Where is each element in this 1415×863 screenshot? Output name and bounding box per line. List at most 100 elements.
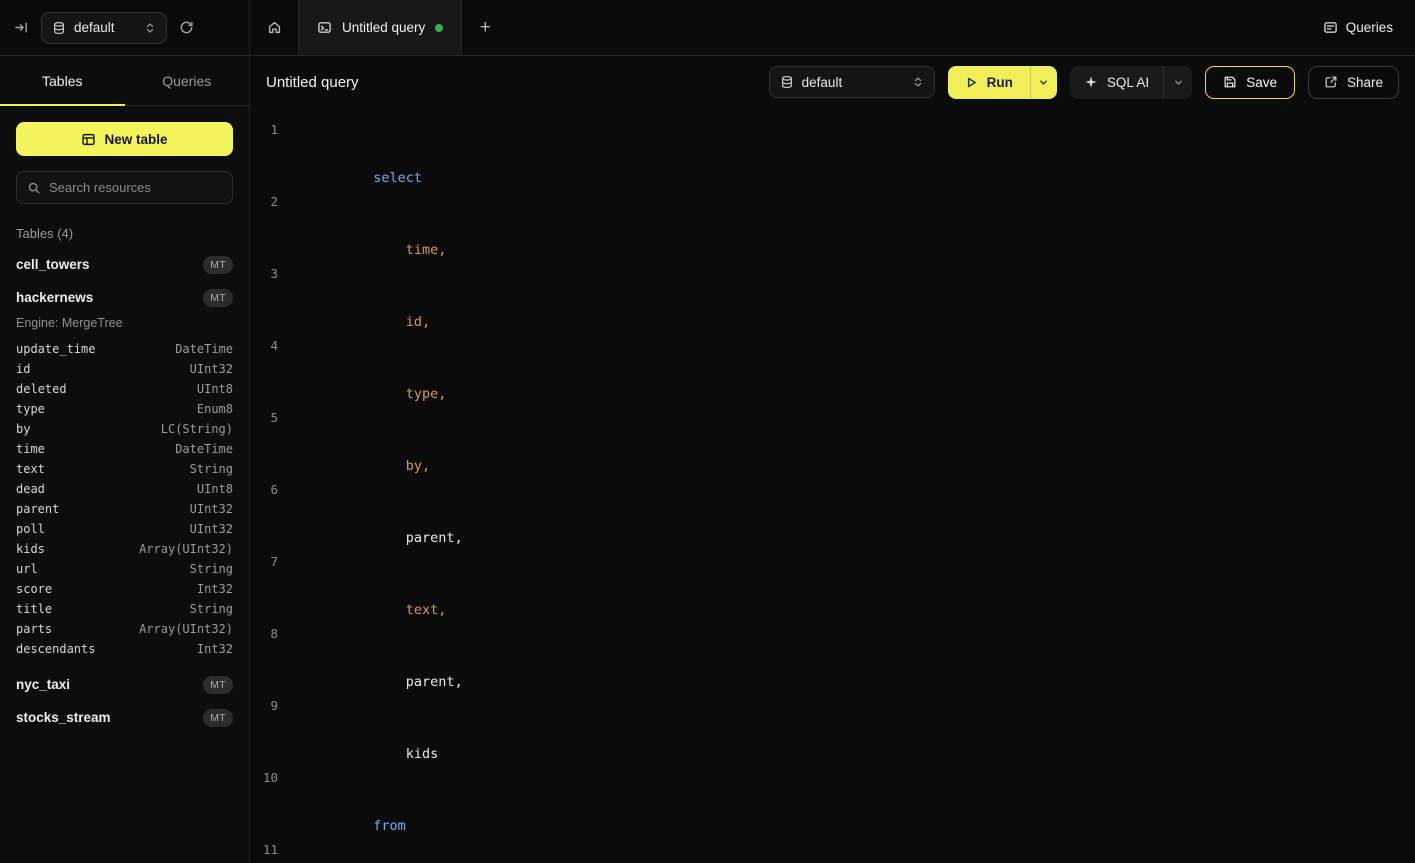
code-token: parent, (406, 674, 463, 690)
engine-info: Engine: MergeTree (0, 314, 249, 339)
sidebar-table-stocks-stream[interactable]: stocks_stream MT (0, 701, 249, 734)
code-token: text, (406, 602, 447, 618)
column-type: UInt8 (197, 482, 233, 496)
code-token: type, (406, 386, 447, 402)
tables-section-label: Tables (4) (16, 226, 233, 241)
column-row[interactable]: by LC(String) (16, 419, 233, 439)
collapse-sidebar-button[interactable] (14, 20, 29, 35)
column-name: deleted (16, 382, 67, 396)
column-name: dead (16, 482, 45, 496)
line-number: 8 (250, 622, 292, 694)
save-icon (1223, 75, 1237, 89)
refresh-button[interactable] (179, 20, 194, 35)
sidebar-table-nyc-taxi[interactable]: nyc_taxi MT (0, 668, 249, 701)
sidebar-table-hackernews[interactable]: hackernews MT (0, 281, 249, 314)
column-row[interactable]: text String (16, 459, 233, 479)
code-line: 7 text, (250, 550, 1415, 622)
column-name: kids (16, 542, 45, 556)
sidebar-table-cell-towers[interactable]: cell_towers MT (0, 248, 249, 281)
run-options-button[interactable] (1030, 66, 1057, 99)
column-row[interactable]: time DateTime (16, 439, 233, 459)
column-row[interactable]: url String (16, 559, 233, 579)
column-name: update_time (16, 342, 95, 356)
column-type: Array(UInt32) (139, 542, 233, 556)
column-row[interactable]: id UInt32 (16, 359, 233, 379)
share-button[interactable]: Share (1308, 66, 1399, 99)
column-row[interactable]: score Int32 (16, 579, 233, 599)
save-button[interactable]: Save (1205, 66, 1295, 99)
code-line: 9 kids (250, 694, 1415, 766)
column-row[interactable]: type Enum8 (16, 399, 233, 419)
column-row[interactable]: dead UInt8 (16, 479, 233, 499)
sidebar-tab-queries[interactable]: Queries (125, 56, 250, 105)
code-line: 3 id, (250, 262, 1415, 334)
code-line: 8 parent, (250, 622, 1415, 694)
column-row[interactable]: update_time DateTime (16, 339, 233, 359)
unfold-icon (912, 76, 924, 88)
code-text: type, (292, 334, 446, 406)
topbar-tabs: Untitled query + (250, 0, 508, 55)
code-text: from (292, 766, 406, 838)
code-text: id, (292, 262, 430, 334)
refresh-icon (179, 20, 194, 35)
sidebar-search[interactable] (16, 171, 233, 204)
column-name: type (16, 402, 45, 416)
share-icon (1324, 75, 1338, 89)
column-name: poll (16, 522, 45, 536)
shell: Tables Queries New table Tables (4) cell… (0, 56, 1415, 863)
column-row[interactable]: parts Array(UInt32) (16, 619, 233, 639)
unfold-icon (144, 22, 156, 34)
tab-untitled-query[interactable]: Untitled query (298, 0, 462, 55)
column-name: parts (16, 622, 52, 636)
top-bar: default Untitled query + (0, 0, 1415, 56)
line-number: 5 (250, 406, 292, 478)
code-line: 5 by, (250, 406, 1415, 478)
column-row[interactable]: poll UInt32 (16, 519, 233, 539)
search-resources-input[interactable] (49, 180, 222, 195)
column-row[interactable]: title String (16, 599, 233, 619)
column-type: DateTime (175, 442, 233, 456)
code-token: select (373, 170, 422, 186)
query-database-selector[interactable]: default (769, 66, 935, 98)
column-row[interactable]: descendants Int32 (16, 639, 233, 659)
query-tab-label: Untitled query (342, 20, 425, 35)
main-panel: Untitled query default Run (250, 56, 1415, 863)
chevron-down-icon (1038, 77, 1049, 88)
home-tab[interactable] (250, 0, 298, 55)
sidebar-tab-tables[interactable]: Tables (0, 56, 125, 105)
run-button[interactable]: Run (948, 66, 1030, 99)
line-number: 4 (250, 334, 292, 406)
column-row[interactable]: deleted UInt8 (16, 379, 233, 399)
column-type: UInt32 (190, 502, 233, 516)
column-type: Int32 (197, 582, 233, 596)
code-token (373, 458, 406, 474)
column-row[interactable]: parent UInt32 (16, 499, 233, 519)
unsaved-indicator-dot (435, 24, 443, 32)
code-token: time, (406, 242, 447, 258)
share-label: Share (1347, 75, 1383, 90)
collapse-sidebar-icon (14, 20, 29, 35)
code-line: 6 parent, (250, 478, 1415, 550)
sql-ai-button-group: SQL AI (1070, 66, 1192, 99)
column-type: UInt8 (197, 382, 233, 396)
new-tab-button[interactable]: + (462, 0, 508, 55)
sql-ai-options-button[interactable] (1163, 66, 1192, 99)
engine-badge: MT (203, 289, 233, 307)
column-name: id (16, 362, 30, 376)
column-row[interactable]: kids Array(UInt32) (16, 539, 233, 559)
code-text: select (292, 118, 422, 190)
sql-ai-label: SQL AI (1107, 75, 1149, 90)
search-icon (27, 181, 41, 195)
code-line: 11 hackernews (250, 838, 1415, 863)
sql-ai-button[interactable]: SQL AI (1070, 66, 1163, 99)
sql-editor[interactable]: 1 select 2 time, 3 i (250, 108, 1415, 863)
engine-badge: MT (203, 256, 233, 274)
database-selector-value: default (74, 20, 115, 35)
database-selector-value: default (802, 75, 843, 90)
new-table-button[interactable]: New table (16, 122, 233, 156)
code-token (373, 530, 406, 546)
sidebar-tabs: Tables Queries (0, 56, 249, 106)
topbar-database-selector[interactable]: default (41, 12, 167, 44)
run-button-group: Run (948, 66, 1057, 99)
queries-button[interactable]: Queries (1323, 20, 1393, 35)
